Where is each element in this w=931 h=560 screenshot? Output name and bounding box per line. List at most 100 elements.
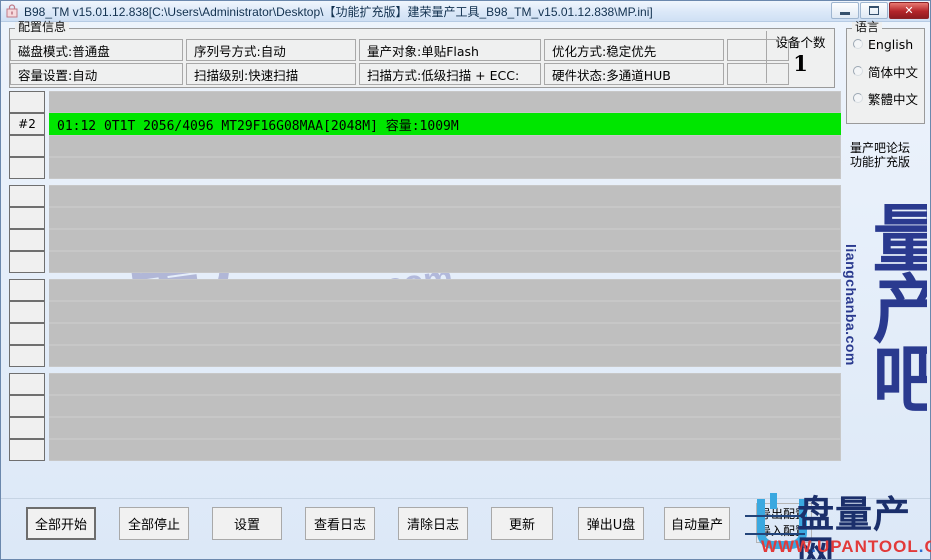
language-option-english[interactable]: English xyxy=(853,32,924,56)
table-row[interactable] xyxy=(9,91,841,113)
language-group: English 简体中文 繁體中文 xyxy=(846,28,925,124)
row-status xyxy=(49,251,841,273)
table-row[interactable] xyxy=(9,395,841,417)
row-index xyxy=(9,323,45,345)
table-row[interactable] xyxy=(9,207,841,229)
row-status xyxy=(49,207,841,229)
window-title: B98_TM v15.01.12.838[C:\Users\Administra… xyxy=(24,4,653,19)
view-log-button[interactable]: 查看日志 xyxy=(305,507,375,540)
language-legend: 语言 xyxy=(852,21,883,33)
auto-production-button[interactable]: 自动量产 xyxy=(664,507,730,540)
config-info-rows: 磁盘模式:普通盘 序列号方式:自动 量产对象:单贴Flash 优化方式:稳定优先… xyxy=(10,39,834,87)
row-index xyxy=(9,207,45,229)
config-cell-scan-level[interactable]: 扫描级别:快速扫描 xyxy=(186,63,356,85)
radio-icon[interactable] xyxy=(853,93,863,103)
minimize-button[interactable] xyxy=(831,2,859,19)
row-status xyxy=(49,439,841,461)
window-controls: ✕ xyxy=(830,2,929,19)
row-index xyxy=(9,229,45,251)
row-index xyxy=(9,279,45,301)
row-index xyxy=(9,135,45,157)
row-status xyxy=(49,185,841,207)
language-option-simplified[interactable]: 简体中文 xyxy=(853,59,924,83)
row-status xyxy=(49,417,841,439)
row-status xyxy=(49,157,841,179)
forum-note-line1: 量产吧论坛 xyxy=(850,141,911,155)
table-row[interactable] xyxy=(9,301,841,323)
close-button[interactable]: ✕ xyxy=(889,2,929,19)
row-index xyxy=(9,185,45,207)
row-status xyxy=(49,395,841,417)
config-cell-serial-mode[interactable]: 序列号方式:自动 xyxy=(186,39,356,61)
table-row[interactable] xyxy=(9,439,841,461)
device-list[interactable]: 量产吧 liangchanba.com #2 01:12 0T1T 2056/4… xyxy=(9,91,841,491)
row-status xyxy=(49,135,841,157)
update-button[interactable]: 更新 xyxy=(491,507,553,540)
eject-usb-button[interactable]: 弹出U盘 xyxy=(578,507,644,540)
liangchanba-side-logo: 量产吧 liangchanba.com xyxy=(831,196,927,496)
language-label-traditional: 繁體中文 xyxy=(868,91,919,107)
row-index xyxy=(9,373,45,395)
row-index xyxy=(9,417,45,439)
toolbar: 全部开始 全部停止 设置 查看日志 清除日志 更新 弹出U盘 自动量产 导出配置… xyxy=(1,498,930,560)
table-row[interactable] xyxy=(9,373,841,395)
side-logo-url: liangchanba.com xyxy=(843,244,859,366)
language-option-traditional[interactable]: 繁體中文 xyxy=(853,86,924,110)
config-info-legend: 配置信息 xyxy=(15,21,70,33)
row-status xyxy=(49,301,841,323)
start-all-button[interactable]: 全部开始 xyxy=(26,507,96,540)
language-label-english: English xyxy=(868,36,914,52)
row-status xyxy=(49,91,841,113)
row-status: 01:12 0T1T 2056/4096 MT29F16G08MAA[2048M… xyxy=(49,113,841,135)
table-row[interactable] xyxy=(9,251,841,273)
title-bar: B98_TM v15.01.12.838[C:\Users\Administra… xyxy=(1,1,930,22)
side-logo-text: 量产吧 xyxy=(860,200,927,410)
application-window: B98_TM v15.01.12.838[C:\Users\Administra… xyxy=(0,0,931,560)
row-status xyxy=(49,323,841,345)
import-config-label: 导入配置 xyxy=(759,524,808,538)
language-label-simplified: 简体中文 xyxy=(868,64,919,80)
row-index xyxy=(9,439,45,461)
row-status xyxy=(49,345,841,367)
row-index: #2 xyxy=(9,113,45,135)
export-import-config-buttons[interactable]: 导出配置 导入配置 xyxy=(756,503,812,543)
table-row[interactable] xyxy=(9,323,841,345)
config-cell-hw-status[interactable]: 硬件状态:多通道HUB xyxy=(544,63,724,85)
device-group-2 xyxy=(9,185,841,273)
device-count-value: 1 xyxy=(793,51,808,76)
config-cell-target[interactable]: 量产对象:单贴Flash xyxy=(359,39,541,61)
row-index xyxy=(9,345,45,367)
config-cell-disk-mode[interactable]: 磁盘模式:普通盘 xyxy=(10,39,183,61)
config-cell-optimize[interactable]: 优化方式:稳定优先 xyxy=(544,39,724,61)
device-group-4 xyxy=(9,373,841,461)
forum-note-line2: 功能扩充版 xyxy=(850,155,911,169)
radio-icon[interactable] xyxy=(853,39,863,49)
table-row[interactable] xyxy=(9,279,841,301)
row-index xyxy=(9,91,45,113)
row-index xyxy=(9,301,45,323)
config-row-1: 磁盘模式:普通盘 序列号方式:自动 量产对象:单贴Flash 优化方式:稳定优先 xyxy=(10,39,834,61)
stop-all-button[interactable]: 全部停止 xyxy=(119,507,189,540)
radio-icon[interactable] xyxy=(853,66,863,76)
table-row[interactable] xyxy=(9,417,841,439)
table-row[interactable] xyxy=(9,157,841,179)
maximize-button[interactable] xyxy=(860,2,888,19)
device-count: 设备个数 1 xyxy=(766,31,834,83)
table-row[interactable] xyxy=(9,229,841,251)
row-index xyxy=(9,157,45,179)
settings-button[interactable]: 设置 xyxy=(212,507,282,540)
export-config-label: 导出配置 xyxy=(759,507,808,521)
row-status xyxy=(49,279,841,301)
table-row[interactable] xyxy=(9,345,841,367)
config-cell-capacity[interactable]: 容量设置:自动 xyxy=(10,63,183,85)
row-status xyxy=(49,229,841,251)
device-group-1: #2 01:12 0T1T 2056/4096 MT29F16G08MAA[20… xyxy=(9,91,841,179)
table-row[interactable] xyxy=(9,135,841,157)
device-group-3 xyxy=(9,279,841,367)
device-count-label: 设备个数 xyxy=(775,35,826,50)
lock-icon xyxy=(5,4,19,18)
table-row[interactable]: #2 01:12 0T1T 2056/4096 MT29F16G08MAA[20… xyxy=(9,113,841,135)
clear-log-button[interactable]: 清除日志 xyxy=(398,507,468,540)
config-cell-scan-method[interactable]: 扫描方式:低级扫描 + ECC: xyxy=(359,63,541,85)
table-row[interactable] xyxy=(9,185,841,207)
